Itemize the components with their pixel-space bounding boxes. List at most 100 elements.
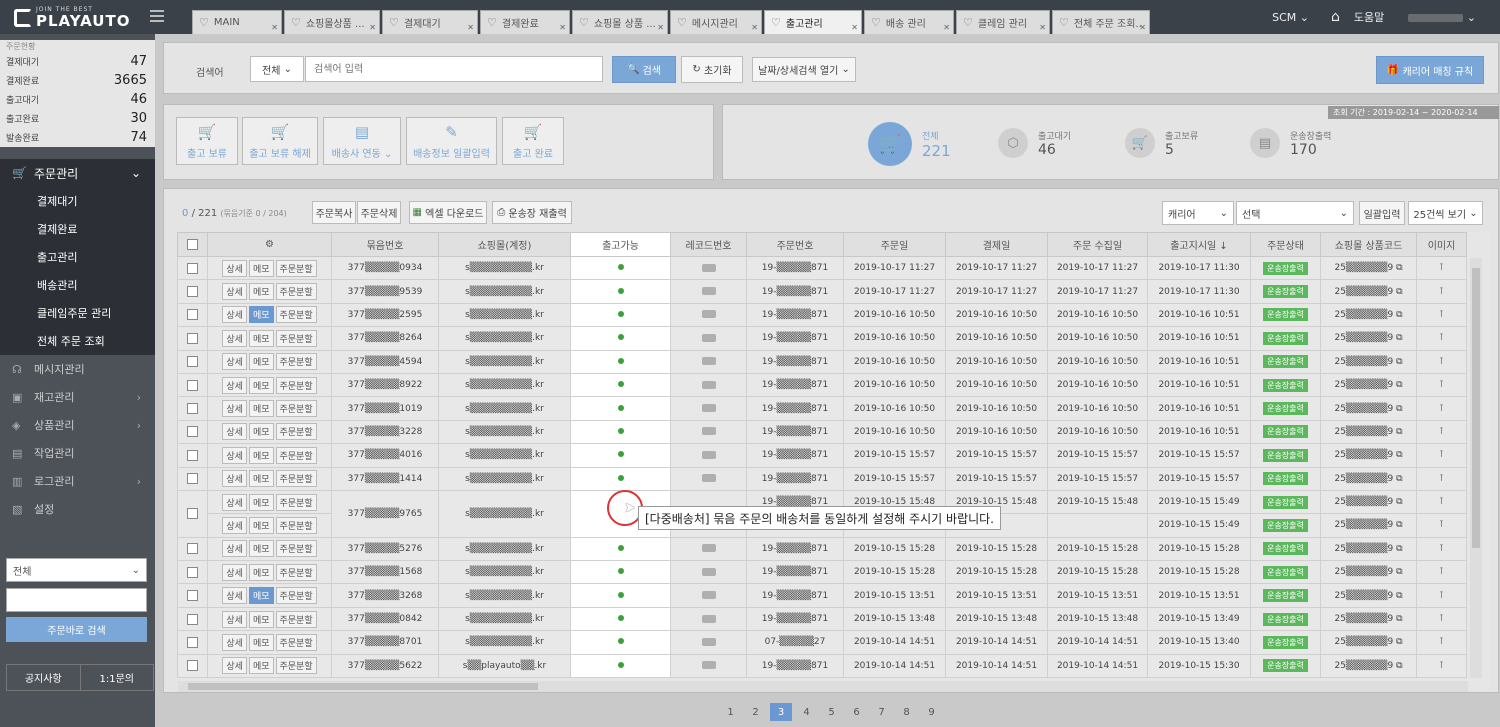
tab-5[interactable]: ♡ 메시지관리 ✕ [670,10,762,34]
split-order-button[interactable]: 주문분할 [275,353,317,371]
column-header[interactable]: 주문 수집일 [1047,232,1148,257]
product-code[interactable]: 25▒▒▒▒▒▒9 ⧉ [1320,419,1417,445]
horizontal-scrollbar[interactable] [178,681,1468,692]
search-input[interactable] [305,56,603,82]
product-code[interactable]: 25▒▒▒▒▒▒9 ⧉ [1320,606,1417,632]
external-link-icon[interactable]: ⧉ [1396,333,1402,343]
row-checkbox[interactable] [187,660,198,672]
product-code[interactable]: 25▒▒▒▒▒▒9 ⧉ [1320,396,1417,421]
bundle-number[interactable]: 377▒▒▒▒▒0842 [331,606,439,632]
inquiry-link[interactable]: 1:1문의 [81,665,154,690]
page-link[interactable]: 6 [844,703,869,721]
tab-3[interactable]: ♡ 결제완료 ✕ [480,10,570,34]
close-icon[interactable]: ✕ [1139,23,1146,32]
table-row[interactable]: 상세 메모 주문분할 377▒▒▒▒▒5622 s▒▒playauto▒▒.kr 19-▒… [177,653,1467,679]
stat-row[interactable]: 발송완료 74 [0,128,155,147]
quick-search-input[interactable] [6,588,147,612]
bundle-number[interactable]: 377▒▒▒▒▒8701 [331,630,439,655]
external-link-icon[interactable]: ⧉ [1396,474,1402,484]
page-size-select[interactable]: 25건씩 보기 ⌄ [1408,201,1483,225]
bundle-number[interactable]: 377▒▒▒▒▒4016 [331,443,439,468]
page-link[interactable]: 4 [794,703,819,721]
shipment-complete-button[interactable]: 🛒 출고 완료 [502,117,564,165]
bundle-number[interactable]: 377▒▒▒▒▒1568 [331,560,439,585]
row-checkbox[interactable] [187,473,198,485]
close-icon[interactable]: ✕ [271,23,278,32]
external-link-icon[interactable]: ⧉ [1396,310,1402,320]
external-link-icon[interactable]: ⧉ [1396,544,1402,554]
heart-icon[interactable]: ♡ [871,16,881,29]
home-icon[interactable]: ⌂ [1331,9,1340,25]
detail-button[interactable]: 상세 [222,376,247,394]
memo-button[interactable]: 메모 [248,306,274,324]
detail-button[interactable]: 상세 [222,400,247,418]
release-hold-button[interactable]: 🛒 출고 보류 해제 [242,117,318,165]
memo-button[interactable]: 메모 [248,400,274,418]
memo-button[interactable]: 메모 [248,446,274,464]
page-link[interactable]: 2 [743,703,768,721]
select-all-checkbox[interactable] [187,238,198,250]
table-row[interactable]: 상세 메모 주문분할 377▒▒▒▒▒8922 s▒▒▒▒▒▒▒▒▒.kr 19-▒▒▒▒… [177,372,1467,398]
heart-icon[interactable]: ♡ [199,16,209,29]
close-icon[interactable]: ✕ [467,23,474,32]
detail-button[interactable]: 상세 [222,259,247,277]
detail-button[interactable]: 상세 [222,446,247,464]
external-link-icon[interactable]: ⧉ [1396,450,1402,460]
table-row[interactable]: 상세 메모 주문분할 377▒▒▒▒▒1414 s▒▒▒▒▒▒▒▒▒.kr 19-▒▒▒▒… [177,466,1467,491]
close-icon[interactable]: ✕ [657,23,664,32]
page-link[interactable]: 3 [770,703,792,721]
table-row[interactable]: 상세 메모 주문분할 377▒▒▒▒▒9539 s▒▒▒▒▒▒▒▒▒.kr 19-▒▒▒▒… [177,279,1467,304]
reprint-invoice-button[interactable]: ⎙ 운송장 재출력 [492,201,572,224]
detail-button[interactable]: 상세 [222,587,247,605]
product-code[interactable]: 25▒▒▒▒▒▒9 ⧉ [1320,279,1417,304]
external-link-icon[interactable]: ⧉ [1396,520,1402,530]
tab-0[interactable]: ♡ MAIN ✕ [192,10,282,34]
table-row[interactable]: 상세 메모 주문분할 377▒▒▒▒▒1568 s▒▒▒▒▒▒▒▒▒.kr 19-▒▒▒▒… [177,560,1467,585]
product-code[interactable]: 25▒▒▒▒▒▒9 ⧉ [1320,583,1417,608]
memo-button[interactable]: 메모 [248,540,274,558]
playauto-logo[interactable]: JOIN THE BEST PLAYAUTO [14,6,144,30]
split-order-button[interactable]: 주문분할 [275,446,317,464]
row-checkbox[interactable] [187,309,198,321]
split-order-button[interactable]: 주문분할 [275,563,317,581]
column-header[interactable]: 주문일 [843,232,946,257]
split-order-button[interactable]: 주문분할 [275,516,317,534]
submenu-item[interactable]: 결제대기 [0,187,155,215]
page-link[interactable]: 8 [894,703,919,721]
page-link[interactable]: 9 [919,703,944,721]
split-order-button[interactable]: 주문분할 [275,329,317,347]
menu-item[interactable]: ▤ 작업관리 [0,439,155,467]
row-checkbox[interactable] [187,590,198,602]
bundle-number[interactable]: 377▒▒▒▒▒3228 [331,419,439,445]
row-checkbox[interactable] [187,356,198,368]
bundle-number[interactable]: 377▒▒▒▒▒3268 [331,583,439,608]
product-code[interactable]: 25▒▒▒▒▒▒9 ⧉ [1320,372,1417,398]
order-number[interactable]: 19-▒▒▒▒▒871 [746,349,844,374]
detail-button[interactable]: 상세 [222,470,247,488]
heart-icon[interactable]: ♡ [291,16,301,29]
external-link-icon[interactable]: ⧉ [1396,497,1402,507]
split-order-button[interactable]: 주문분할 [275,470,317,488]
column-header[interactable]: 묶음번호 [331,232,439,257]
row-checkbox[interactable] [187,262,198,274]
menu-toggle-icon[interactable] [150,10,164,22]
table-row[interactable]: 상세 메모 주문분할 377▒▒▒▒▒3228 s▒▒▒▒▒▒▒▒▒.kr 19-▒▒▒▒… [177,419,1467,445]
detail-search-toggle[interactable]: 날짜/상세검색 열기 ⌄ [752,57,856,82]
row-checkbox[interactable] [187,449,198,461]
close-icon[interactable]: ✕ [369,23,376,32]
split-order-button[interactable]: 주문분할 [275,259,317,277]
external-link-icon[interactable]: ⧉ [1396,591,1402,601]
bundle-number[interactable]: 377▒▒▒▒▒0934 [331,255,439,281]
order-number[interactable]: 19-▒▒▒▒▒871 [746,560,844,585]
detail-button[interactable]: 상세 [222,540,247,558]
memo-button[interactable]: 메모 [248,563,274,581]
row-checkbox[interactable] [187,508,198,520]
menu-item[interactable]: ◈ 상품관리 › [0,411,155,439]
split-order-button[interactable]: 주문분할 [275,283,317,301]
split-order-button[interactable]: 주문분할 [275,376,317,394]
memo-button[interactable]: 메모 [248,423,274,441]
order-number[interactable]: 19-▒▒▒▒▒871 [746,419,844,445]
page-link[interactable]: 1 [718,703,743,721]
column-header[interactable]: 이미지 [1416,232,1467,257]
table-row[interactable]: 상세 메모 주문분할 377▒▒▒▒▒8264 s▒▒▒▒▒▒▒▒▒.kr 19-▒▒▒▒… [177,326,1467,351]
